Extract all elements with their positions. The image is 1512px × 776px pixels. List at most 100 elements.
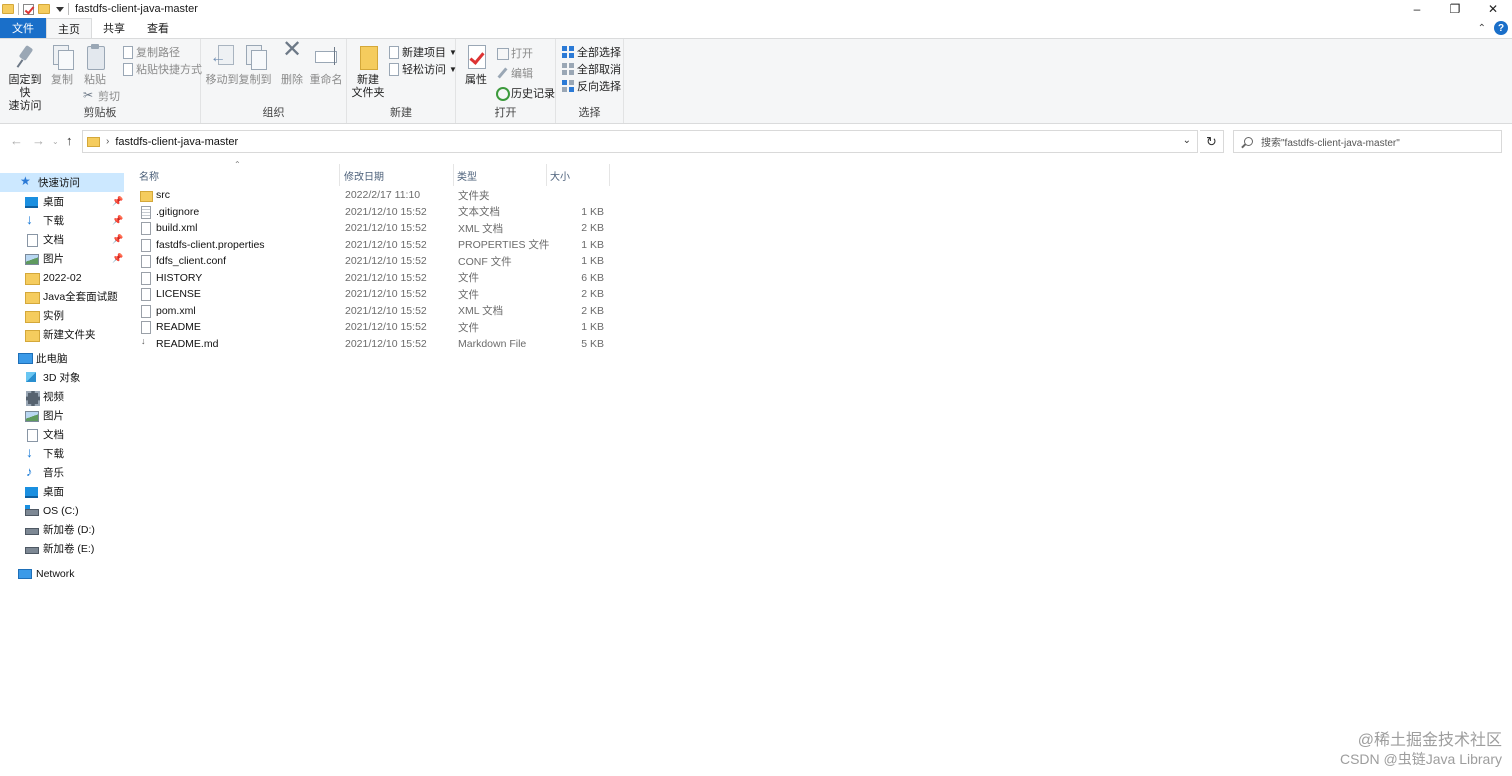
copy-icon xyxy=(48,43,76,71)
search-icon xyxy=(1244,137,1253,146)
file-size: 1 KB xyxy=(581,255,604,267)
properties-button[interactable]: 属性 xyxy=(462,43,490,87)
file-date: 2021/12/10 15:52 xyxy=(345,271,427,284)
copy-button[interactable]: 复制 xyxy=(48,43,76,87)
tab-file[interactable]: 文件 xyxy=(0,18,46,38)
file-row[interactable]: fastdfs-client.properties 2021/12/10 15:… xyxy=(136,237,616,253)
close-button[interactable]: ✕ xyxy=(1474,0,1512,18)
new-folder-button[interactable]: 新建 文件夹 xyxy=(351,43,385,100)
delete-button[interactable]: 删除 xyxy=(279,43,305,87)
new-item-button[interactable]: 新建项目 ▼ xyxy=(387,44,457,60)
nav-network[interactable]: Network xyxy=(18,564,75,583)
tab-home[interactable]: 主页 xyxy=(46,18,92,38)
tab-view[interactable]: 查看 xyxy=(136,18,180,38)
nav-drive-c[interactable]: OS (C:) xyxy=(25,501,79,520)
properties-check-icon[interactable] xyxy=(23,3,34,15)
address-bar[interactable]: › fastdfs-client-java-master ⌄ xyxy=(82,130,1198,153)
nav-pc-documents[interactable]: 文档 xyxy=(25,425,64,444)
file-row[interactable]: LICENSE 2021/12/10 15:52 文件 2 KB xyxy=(136,286,616,302)
column-header-name[interactable]: ⌃ 名称 xyxy=(136,160,340,186)
file-row[interactable]: README 2021/12/10 15:52 文件 1 KB xyxy=(136,319,616,335)
nav-drive-d[interactable]: 新加卷 (D:) xyxy=(25,520,95,539)
column-header-date[interactable]: 修改日期 xyxy=(341,164,454,186)
easy-access-button[interactable]: 轻松访问 ▼ xyxy=(387,61,457,77)
file-row[interactable]: README.md 2021/12/10 15:52 Markdown File… xyxy=(136,336,616,352)
markdown-file-icon xyxy=(140,336,151,350)
nav-videos[interactable]: 视频 xyxy=(25,387,64,406)
nav-folder-examples[interactable]: 实例 xyxy=(25,306,64,325)
copy-path-button[interactable]: 复制路径 xyxy=(121,44,180,60)
file-name: build.xml xyxy=(156,222,198,234)
pin-to-quick-access-button[interactable]: 固定到快 速访问 xyxy=(4,43,46,113)
collapse-ribbon-icon[interactable]: ⌃ xyxy=(1478,23,1486,34)
file-name: pom.xml xyxy=(156,304,196,317)
customize-toolbar-dropdown-icon[interactable] xyxy=(56,6,64,12)
new-folder-label-line1: 新建 xyxy=(357,74,379,86)
file-row[interactable]: fdfs_client.conf 2021/12/10 15:52 CONF 文… xyxy=(136,253,616,269)
paste-icon xyxy=(81,43,109,71)
new-item-label: 新建项目 xyxy=(402,47,446,59)
forward-arrow-icon[interactable]: → xyxy=(32,133,45,148)
back-arrow-icon[interactable]: ← xyxy=(10,133,23,148)
nav-pc-pictures[interactable]: 图片 xyxy=(25,406,64,425)
drive-icon xyxy=(25,524,39,535)
refresh-button[interactable]: ↻ xyxy=(1200,130,1224,153)
nav-folder-java-interview[interactable]: Java全套面试题 xyxy=(25,287,118,306)
nav-3d-objects[interactable]: 3D 对象 xyxy=(25,368,80,387)
breadcrumb-chevron-icon[interactable]: › xyxy=(106,136,109,147)
cut-button[interactable]: 剪切 xyxy=(83,88,120,104)
paste-button[interactable]: 粘贴 xyxy=(81,43,109,87)
cut-label: 剪切 xyxy=(98,91,120,103)
file-row[interactable]: .gitignore 2021/12/10 15:52 文本文档 1 KB xyxy=(136,204,616,220)
file-row[interactable]: HISTORY 2021/12/10 15:52 文件 6 KB xyxy=(136,270,616,286)
nav-label: 新加卷 (E:) xyxy=(43,543,95,555)
help-icon[interactable]: ? xyxy=(1494,21,1508,35)
file-date: 2022/2/17 11:10 xyxy=(345,189,421,201)
os-drive-icon xyxy=(25,505,39,516)
move-to-label: 移动到 xyxy=(205,74,239,86)
file-row[interactable]: build.xml 2021/12/10 15:52 XML 文档 2 KB xyxy=(136,220,616,236)
tab-share[interactable]: 共享 xyxy=(92,18,136,38)
nav-music[interactable]: 音乐 xyxy=(25,463,64,482)
recent-locations-chevron-icon[interactable]: ⌄ xyxy=(52,137,59,146)
file-row[interactable]: src 2022/2/17 11:10 文件夹 xyxy=(136,187,616,203)
breadcrumb-current[interactable]: fastdfs-client-java-master xyxy=(115,136,238,148)
restore-button[interactable]: ❐ xyxy=(1436,0,1474,18)
up-arrow-icon[interactable]: ↑ xyxy=(66,133,73,148)
new-folder-icon[interactable] xyxy=(38,4,50,14)
watermark-line2: CSDN @虫链Java Library xyxy=(1339,751,1502,767)
nav-pc-desktop[interactable]: 桌面 xyxy=(25,482,64,501)
nav-documents[interactable]: 文档 xyxy=(25,230,64,249)
select-all-button[interactable]: 全部选择 xyxy=(562,44,621,60)
nav-downloads[interactable]: 下载 xyxy=(25,211,64,230)
move-to-button[interactable]: 移动到 xyxy=(205,43,239,87)
column-header-type[interactable]: 类型 xyxy=(454,164,547,186)
file-row[interactable]: pom.xml 2021/12/10 15:52 XML 文档 2 KB xyxy=(136,303,616,319)
copy-to-button[interactable]: 复制到 xyxy=(238,43,272,87)
minimize-button[interactable]: – xyxy=(1398,0,1436,18)
properties-label: 属性 xyxy=(465,74,487,86)
select-none-button[interactable]: 全部取消 xyxy=(562,61,621,77)
nav-desktop[interactable]: 桌面 xyxy=(25,192,64,211)
select-none-icon xyxy=(562,63,574,75)
nav-folder-2022-02[interactable]: 2022-02 xyxy=(25,268,82,287)
history-button[interactable]: 历史记录 xyxy=(496,85,555,101)
invert-selection-button[interactable]: 反向选择 xyxy=(562,78,621,94)
search-placeholder: 搜索"fastdfs-client-java-master" xyxy=(1261,138,1400,149)
nav-this-pc[interactable]: 此电脑 xyxy=(18,349,68,368)
nav-pc-downloads[interactable]: 下载 xyxy=(25,444,64,463)
new-folder-label-line2: 文件夹 xyxy=(351,87,385,99)
rename-button[interactable]: 重命名 xyxy=(309,43,343,87)
open-button[interactable]: 打开 xyxy=(496,45,533,61)
address-dropdown-icon[interactable]: ⌄ xyxy=(1183,135,1191,146)
paste-shortcut-button[interactable]: 粘贴快捷方式 xyxy=(121,61,202,77)
delete-x-icon xyxy=(278,43,306,71)
new-group-label: 新建 xyxy=(390,107,412,119)
search-input[interactable]: 搜索"fastdfs-client-java-master" xyxy=(1233,130,1502,153)
column-header-size[interactable]: 大小 xyxy=(547,164,610,186)
nav-quick-access[interactable]: 快速访问 xyxy=(0,173,124,192)
nav-pictures[interactable]: 图片 xyxy=(25,249,64,268)
nav-folder-new-folder[interactable]: 新建文件夹 xyxy=(25,325,96,344)
edit-button[interactable]: 编辑 xyxy=(496,65,533,81)
nav-drive-e[interactable]: 新加卷 (E:) xyxy=(25,539,94,558)
